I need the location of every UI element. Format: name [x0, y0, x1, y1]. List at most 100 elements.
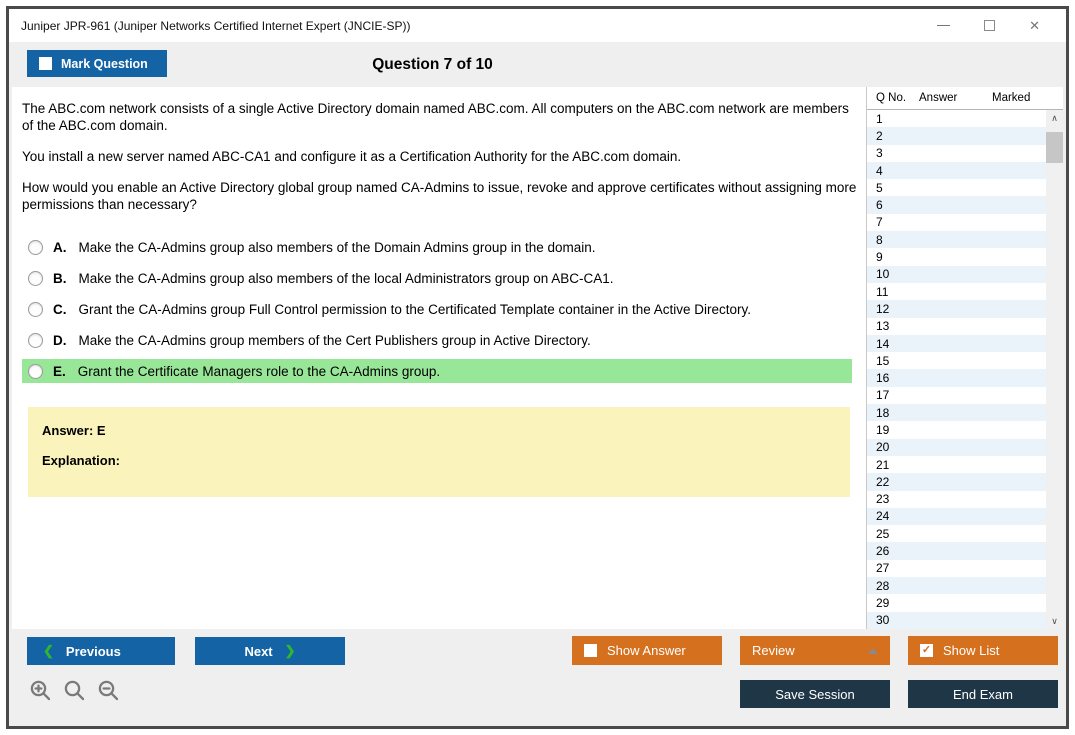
answer-option-d[interactable]: D. Make the CA-Admins group members of th… [22, 328, 852, 352]
option-text: Make the CA-Admins group members of the … [78, 332, 591, 348]
question-list-row[interactable]: 6 [867, 196, 1046, 214]
list-scrollbar[interactable]: ∧ ∨ [1046, 110, 1063, 629]
question-list-body: 1 2 3 4 5 6 7 8 9 10 11 12 13 14 15 16 17 18 19 20 21 22 23 24 2… [867, 110, 1063, 629]
close-icon[interactable]: ✕ [1029, 19, 1040, 32]
question-list-row[interactable]: 26 [867, 542, 1046, 560]
radio-button[interactable] [28, 363, 43, 379]
question-list-row[interactable]: 25 [867, 525, 1046, 542]
question-list-row[interactable]: 29 [867, 594, 1046, 611]
question-paragraph: You install a new server named ABC-CA1 a… [22, 149, 682, 164]
content-area: The ABC.com network consists of a single… [12, 87, 1063, 629]
zoom-reset-icon[interactable] [63, 679, 87, 703]
save-session-label: Save Session [775, 686, 855, 702]
review-button[interactable]: Review [740, 636, 890, 665]
show-answer-button[interactable]: Show Answer [572, 636, 722, 665]
save-session-button[interactable]: Save Session [740, 680, 890, 708]
radio-button[interactable] [28, 332, 43, 348]
question-list-row[interactable]: 14 [867, 334, 1046, 353]
question-paragraph: The ABC.com network consists of a single… [22, 101, 849, 133]
window-title: Juniper JPR-961 (Juniper Networks Certif… [21, 18, 411, 33]
qno-cell: 17 [876, 388, 890, 403]
qno-cell: 11 [876, 284, 889, 299]
show-answer-checkbox[interactable] [584, 644, 597, 657]
question-rows: 1 2 3 4 5 6 7 8 9 10 11 12 13 14 15 16 17 18 19 20 21 22 23 24 2… [867, 110, 1046, 629]
question-list-row[interactable]: 16 [867, 369, 1046, 387]
question-list-row[interactable]: 12 [867, 300, 1046, 318]
question-list-row[interactable]: 10 [867, 265, 1046, 283]
zoom-in-icon[interactable] [29, 679, 53, 703]
question-list-row[interactable]: 19 [867, 421, 1046, 438]
qno-cell: 9 [876, 250, 883, 265]
qno-cell: 10 [876, 267, 890, 282]
show-answer-label: Show Answer [607, 643, 686, 658]
answer-option-a[interactable]: A. Make the CA-Admins group also members … [22, 235, 852, 259]
qno-cell: 27 [876, 561, 890, 576]
answer-option-e[interactable]: E. Grant the Certificate Managers role to… [22, 359, 852, 383]
show-list-button[interactable]: ✓ Show List [908, 636, 1058, 665]
qno-cell: 1 [876, 111, 883, 126]
next-button[interactable]: Next ❯ [195, 637, 345, 665]
question-list-row[interactable]: 1 [867, 110, 1046, 127]
question-list-row[interactable]: 18 [867, 404, 1046, 422]
answer-option-b[interactable]: B. Make the CA-Admins group also members … [22, 266, 852, 290]
question-list-row[interactable]: 9 [867, 248, 1046, 265]
question-list-row[interactable]: 20 [867, 438, 1046, 456]
question-pane: The ABC.com network consists of a single… [12, 87, 866, 629]
chevron-up-icon [868, 647, 878, 654]
scroll-up-icon[interactable]: ∧ [1046, 110, 1063, 126]
question-list-row[interactable]: 13 [867, 318, 1046, 335]
chevron-right-icon: ❯ [284, 643, 296, 658]
question-list-row[interactable]: 23 [867, 491, 1046, 508]
question-list-row[interactable]: 24 [867, 507, 1046, 526]
minimize-icon[interactable] [937, 25, 951, 26]
question-list-row[interactable]: 7 [867, 214, 1046, 231]
scroll-down-icon[interactable]: ∨ [1046, 613, 1063, 629]
qno-cell: 6 [876, 198, 883, 213]
explanation-label: Explanation: [42, 453, 121, 468]
option-letter: D. [53, 332, 67, 348]
question-list-row[interactable]: 27 [867, 560, 1046, 577]
question-list-row[interactable]: 28 [867, 577, 1046, 595]
column-header-answer: Answer [919, 92, 958, 104]
qno-cell: 8 [876, 232, 883, 247]
scrollbar-thumb[interactable] [1046, 132, 1063, 163]
end-exam-label: End Exam [953, 686, 1013, 702]
previous-button[interactable]: ❮ Previous [27, 637, 175, 665]
question-list-row[interactable]: 22 [867, 473, 1046, 491]
qno-cell: 15 [876, 353, 890, 368]
qno-cell: 4 [876, 163, 883, 178]
question-list-row[interactable]: 4 [867, 161, 1046, 180]
question-list-row[interactable]: 5 [867, 179, 1046, 196]
column-header-marked: Marked [992, 92, 1031, 104]
qno-cell: 13 [876, 319, 890, 334]
radio-button[interactable] [28, 270, 43, 286]
chevron-left-icon: ❮ [43, 643, 54, 658]
qno-cell: 20 [876, 440, 890, 455]
radio-button[interactable] [28, 239, 43, 255]
option-letter: A. [53, 239, 67, 255]
question-list-row[interactable]: 17 [867, 387, 1046, 404]
question-paragraph: How would you enable an Active Directory… [22, 180, 857, 212]
answer-label: Answer: E [42, 423, 106, 438]
qno-cell: 14 [876, 336, 890, 351]
answer-option-c[interactable]: C. Grant the CA-Admins group Full Control… [22, 297, 852, 321]
qno-cell: 21 [876, 457, 890, 472]
question-list-pane: Q No. Answer Marked 1 2 3 4 5 6 7 8 9 10 11 12 13 14 1… [866, 87, 1063, 629]
qno-cell: 23 [876, 492, 890, 507]
question-list-row[interactable]: 30 [867, 611, 1046, 629]
option-letter: B. [53, 270, 67, 286]
question-list-row[interactable]: 11 [867, 283, 1046, 300]
question-list-row[interactable]: 3 [867, 145, 1046, 162]
next-label: Next [244, 643, 273, 659]
qno-cell: 26 [876, 544, 890, 559]
question-list-row[interactable]: 8 [867, 231, 1046, 249]
question-list-row[interactable]: 15 [867, 352, 1046, 369]
zoom-out-icon[interactable] [97, 679, 121, 703]
show-list-checkbox[interactable]: ✓ [920, 644, 933, 657]
radio-button[interactable] [28, 301, 43, 317]
end-exam-button[interactable]: End Exam [908, 680, 1058, 708]
maximize-icon[interactable] [984, 20, 996, 31]
question-list-row[interactable]: 21 [867, 456, 1046, 473]
question-list-row[interactable]: 2 [867, 127, 1046, 145]
qno-cell: 29 [876, 595, 890, 610]
